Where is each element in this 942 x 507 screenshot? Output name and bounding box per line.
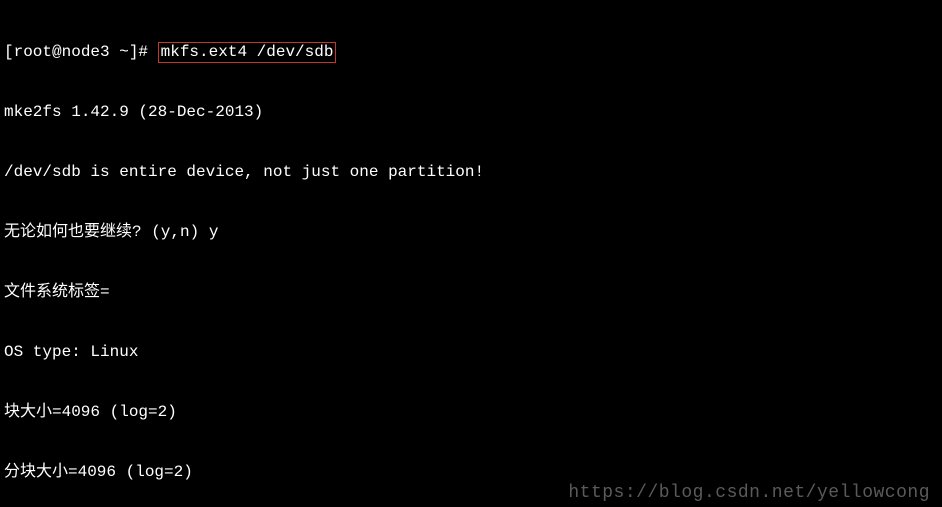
output-line: OS type: Linux	[4, 342, 938, 362]
prompt: [root@node3 ~]#	[4, 43, 158, 61]
output-line: 无论如何也要继续? (y,n) y	[4, 222, 938, 242]
highlighted-command: mkfs.ext4 /dev/sdb	[158, 42, 337, 63]
command-line: [root@node3 ~]# mkfs.ext4 /dev/sdb	[4, 42, 938, 62]
output-line: 文件系统标签=	[4, 282, 938, 302]
output-line: mke2fs 1.42.9 (28-Dec-2013)	[4, 102, 938, 122]
terminal[interactable]: [root@node3 ~]# mkfs.ext4 /dev/sdb mke2f…	[0, 0, 942, 507]
output-line: 块大小=4096 (log=2)	[4, 402, 938, 422]
output-line: 分块大小=4096 (log=2)	[4, 462, 938, 482]
output-line: /dev/sdb is entire device, not just one …	[4, 162, 938, 182]
